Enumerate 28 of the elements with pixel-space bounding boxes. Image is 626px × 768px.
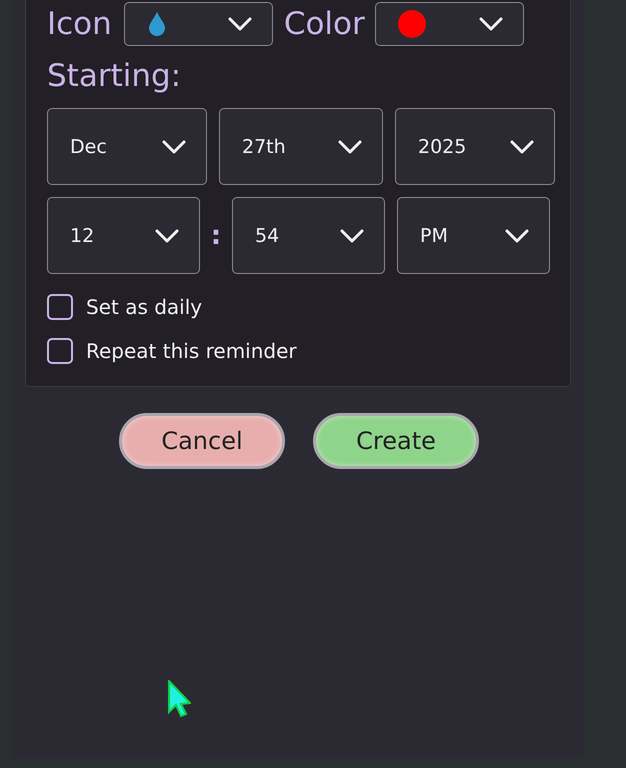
checkbox[interactable] [47, 338, 73, 364]
chevron-down-icon [155, 228, 179, 242]
dropdown[interactable]: Dec [47, 108, 207, 185]
create-button[interactable]: Create [313, 413, 479, 469]
dropdown[interactable]: 12 [47, 197, 200, 274]
chevron-down-icon [505, 228, 529, 242]
dropdown[interactable]: PM [397, 197, 550, 274]
chevron-down-icon [162, 140, 186, 154]
chevron-down-icon [338, 140, 362, 154]
checkbox-label: Repeat this reminder [86, 339, 297, 363]
dropdown[interactable]: 2025 [395, 108, 555, 185]
cancel-button[interactable]: Cancel [119, 413, 285, 469]
time-separator: : [210, 220, 222, 250]
field-label: Icon [47, 6, 112, 42]
field-label: Color [284, 6, 365, 42]
checkbox[interactable] [47, 294, 73, 320]
checkbox-label: Set as daily [86, 295, 202, 319]
dropdown[interactable]: 27th [219, 108, 383, 185]
chevron-down-icon [478, 17, 503, 31]
water-drop-icon [146, 11, 167, 37]
dropdown[interactable] [124, 2, 273, 46]
dropdown[interactable] [374, 2, 524, 46]
chevron-down-icon [510, 140, 534, 154]
chevron-down-icon [228, 17, 252, 31]
dropdown[interactable]: 54 [232, 197, 385, 274]
cursor-icon [168, 680, 191, 718]
chevron-down-icon [340, 228, 364, 242]
section-label: Starting: [47, 58, 182, 96]
